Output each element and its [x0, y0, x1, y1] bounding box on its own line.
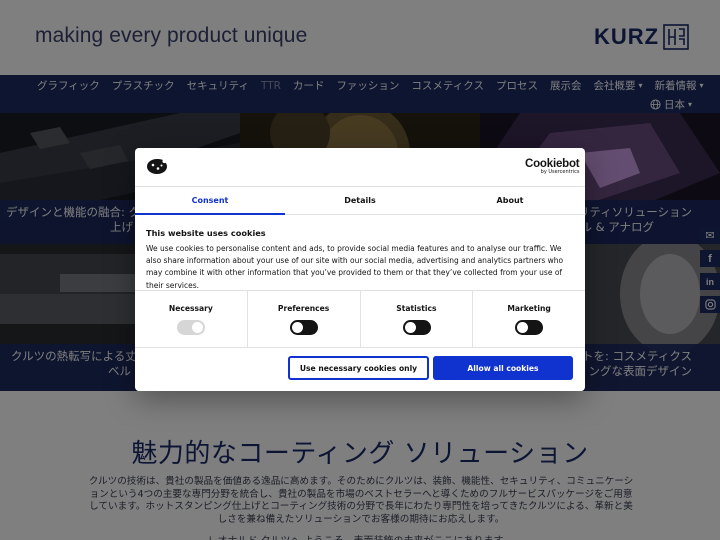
dialog-tabs: Consent Details About: [135, 186, 585, 215]
necessary-switch: [177, 320, 205, 335]
marketing-switch[interactable]: [515, 320, 544, 335]
toggle-necessary: Necessary: [135, 291, 248, 347]
toggle-statistics: Statistics: [361, 291, 474, 347]
dialog-description: We use cookies to personalise content an…: [146, 244, 564, 290]
use-necessary-cookies-button[interactable]: Use necessary cookies only: [288, 356, 429, 380]
tab-about[interactable]: About: [435, 187, 585, 214]
allow-all-cookies-button[interactable]: Allow all cookies: [433, 356, 573, 380]
tab-details[interactable]: Details: [285, 187, 435, 214]
toggle-marketing: Marketing: [473, 291, 585, 347]
preferences-switch[interactable]: [289, 320, 318, 335]
toggle-label: Preferences: [277, 304, 330, 313]
consent-toggles: Necessary Preferences Statistics Marketi…: [135, 290, 585, 348]
cookie-icon: [147, 159, 167, 174]
dialog-title: This website uses cookies: [146, 228, 266, 238]
tab-consent[interactable]: Consent: [135, 187, 285, 215]
toggle-label: Marketing: [507, 304, 551, 313]
dialog-header: Cookiebot by Usercentrics: [135, 148, 585, 186]
toggle-label: Necessary: [168, 304, 213, 313]
cookiebot-logo[interactable]: Cookiebot by Usercentrics: [525, 158, 580, 175]
toggle-label: Statistics: [396, 304, 437, 313]
statistics-switch[interactable]: [402, 320, 431, 335]
cookie-consent-dialog: Cookiebot by Usercentrics Consent Detail…: [135, 148, 585, 391]
toggle-preferences: Preferences: [248, 291, 361, 347]
